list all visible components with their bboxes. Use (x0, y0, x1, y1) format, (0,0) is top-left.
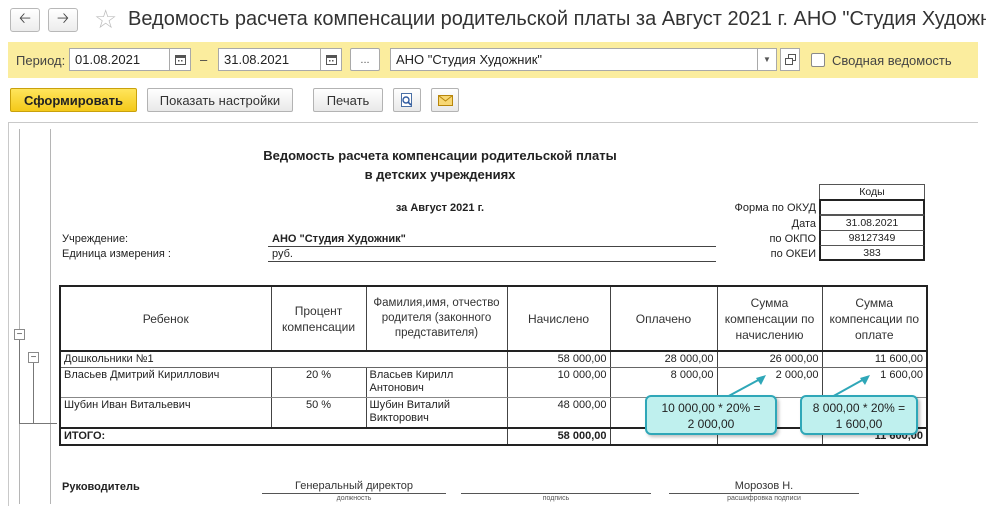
column-header-percent: Процент компенсации (270, 285, 367, 352)
child-name: Власьев Дмитрий Кириллович (59, 367, 272, 398)
sign-caption: подпись (542, 495, 570, 502)
paid-value: 8 000,00 (609, 367, 718, 398)
collapse-subgroup-toggle[interactable]: − (28, 352, 39, 363)
child-name: Шубин Иван Витальевич (59, 397, 272, 428)
okpo-label: по ОКПО (769, 233, 816, 245)
envelope-icon (437, 94, 453, 106)
grouping-line (50, 129, 51, 504)
back-button[interactable]: 🡠 (10, 8, 40, 32)
unit-value: руб. (272, 248, 293, 260)
calendar-icon (325, 55, 337, 65)
calendar-icon (174, 55, 186, 65)
parent-name: Шубин Виталий Викторович (365, 397, 508, 428)
report-period: за Август 2021 г. (395, 202, 485, 214)
print-preview-icon (401, 92, 412, 107)
name-caption: расшифровка подписи (727, 495, 801, 502)
signature-position: Генеральный директор (295, 480, 413, 492)
parent-name: Власьев Кирилл Антонович (365, 367, 508, 398)
comp-accrued-value: 2 000,00 (716, 367, 823, 398)
signature-name: Морозов Н. (734, 480, 794, 492)
chevron-down-icon: ▼ (763, 55, 771, 64)
position-caption: должность (336, 495, 372, 502)
show-settings-button[interactable]: Показать настройки (147, 88, 293, 112)
table-row[interactable]: Власьев Дмитрий Кириллович 20 % Власьев … (59, 367, 928, 398)
accrued-value: 48 000,00 (506, 397, 611, 428)
date-from-calendar-button[interactable] (169, 48, 191, 71)
position-underline (262, 493, 446, 494)
period-select-button[interactable]: ... (350, 48, 380, 71)
arrow-left-icon: 🡠 (18, 9, 32, 27)
print-button[interactable]: Печать (313, 88, 383, 112)
okei-label: по ОКЕИ (770, 248, 816, 260)
column-header-child: Ребенок (59, 285, 272, 352)
collapse-group-toggle[interactable]: − (14, 329, 25, 340)
column-header-accrued: Начислено (506, 285, 611, 352)
report-title-line2: в детских учреждениях (364, 167, 516, 182)
date-to-calendar-button[interactable] (320, 48, 342, 71)
okud-label: Форма по ОКУД (734, 202, 817, 214)
okei-value: 383 (819, 245, 925, 261)
grouping-line (33, 357, 34, 423)
sign-underline (461, 493, 651, 494)
grouping-line (19, 129, 20, 504)
compensation-table: Ребенок Процент компенсации Фамилия,имя,… (59, 285, 928, 446)
favorite-star-icon[interactable]: ☆ (94, 5, 117, 33)
column-header-parent: Фамилия,имя, отчество родителя (законног… (365, 285, 508, 352)
group-row[interactable]: Дошкольники №1 58 000,00 28 000,00 26 00… (59, 351, 928, 368)
generate-button[interactable]: Сформировать (10, 88, 137, 112)
unit-label: Единица измерения : (62, 248, 171, 260)
preview-button[interactable] (393, 88, 421, 112)
institution-underline (268, 246, 716, 247)
window-title: Ведомость расчета компенсации родительск… (128, 8, 986, 30)
okud-value (819, 199, 925, 215)
group-comp-paid: 11 600,00 (821, 351, 928, 368)
report-title-line1: Ведомость расчета компенсации родительск… (263, 148, 617, 163)
unit-underline (268, 261, 716, 262)
organization-input[interactable]: АНО "Студия Художник" (390, 48, 758, 71)
codes-header: Коды (819, 184, 925, 200)
table-row[interactable]: Шубин Иван Витальевич 50 % Шубин Виталий… (59, 397, 928, 428)
date-value: 31.08.2021 (819, 215, 925, 231)
date-label: Дата (791, 218, 816, 230)
grouping-line (19, 335, 20, 423)
total-row: ИТОГО: 58 000,00 11 600,00 (59, 426, 928, 446)
organization-dropdown-button[interactable]: ▼ (757, 48, 777, 71)
group-name: Дошкольники №1 (59, 351, 507, 368)
arrow-right-icon: 🡢 (56, 9, 70, 27)
group-accrued: 58 000,00 (506, 351, 611, 368)
total-label: ИТОГО: (59, 426, 507, 446)
table-header-row: Ребенок Процент компенсации Фамилия,имя,… (59, 285, 928, 352)
name-underline (669, 493, 859, 494)
summary-checkbox[interactable] (811, 53, 825, 67)
group-paid: 28 000,00 (609, 351, 718, 368)
total-accrued: 58 000,00 (506, 426, 611, 446)
comp-paid-value: 1 600,00 (821, 367, 928, 398)
column-header-comp-accrued: Сумма компенсации по начислению (716, 285, 823, 352)
signature-label: Руководитель (62, 481, 140, 493)
column-header-paid: Оплачено (609, 285, 718, 352)
compensation-percent: 20 % (270, 367, 367, 398)
forward-button[interactable]: 🡢 (48, 8, 78, 32)
accrued-value: 10 000,00 (506, 367, 611, 398)
institution-value: АНО "Студия Художник" (272, 233, 406, 245)
okpo-value: 98127349 (819, 230, 925, 246)
date-to-input[interactable]: 31.08.2021 (218, 48, 321, 71)
date-from-input[interactable]: 01.08.2021 (69, 48, 170, 71)
period-label: Период: (16, 53, 66, 68)
group-comp-accrued: 26 000,00 (716, 351, 823, 368)
callout-comp-paid: 8 000,00 * 20% = 1 600,00 (800, 395, 918, 435)
send-email-button[interactable] (431, 88, 459, 112)
organization-open-button[interactable] (780, 48, 800, 71)
callout-comp-accrued: 10 000,00 * 20% = 2 000,00 (645, 395, 777, 435)
grouping-line (33, 423, 57, 424)
compensation-percent: 50 % (270, 397, 367, 428)
period-dash: – (200, 52, 208, 67)
column-header-comp-paid: Сумма компенсации по оплате (821, 285, 928, 352)
institution-label: Учреждение: (62, 233, 129, 245)
summary-label: Сводная ведомость (832, 53, 952, 68)
open-copy-icon (784, 54, 796, 65)
